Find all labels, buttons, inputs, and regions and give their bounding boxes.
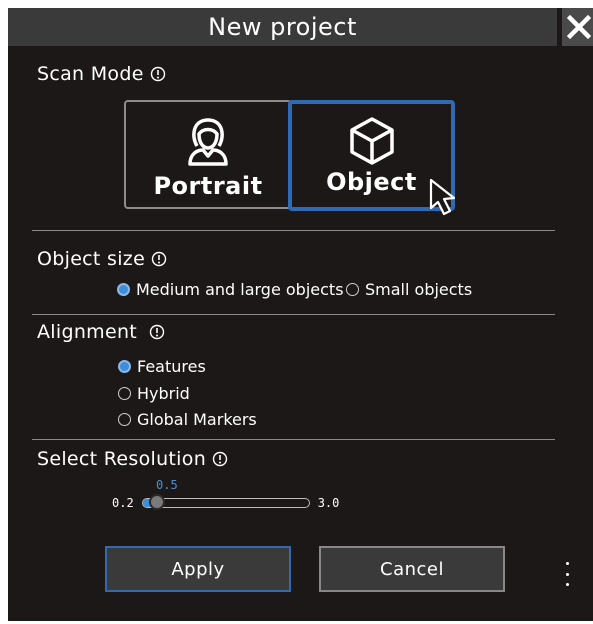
resolution-value: 0.5 — [156, 478, 178, 492]
portrait-label: Portrait — [153, 172, 263, 200]
info-icon[interactable] — [150, 66, 166, 82]
radio-unselected-icon — [118, 413, 131, 426]
alignment-label: Alignment — [37, 321, 165, 343]
radio-selected-icon — [118, 360, 131, 373]
radio-unselected-icon — [346, 283, 359, 296]
mouse-cursor-icon — [429, 178, 456, 216]
resolution-slider-row: 0.2 3.0 — [112, 494, 340, 510]
scan-mode-portrait[interactable]: Portrait — [124, 100, 292, 209]
person-icon — [188, 118, 228, 166]
radio-label: Global Markers — [137, 410, 257, 429]
cancel-button-label: Cancel — [380, 558, 444, 580]
slider-min-label: 0.2 — [112, 496, 134, 510]
title-bar: New project — [8, 8, 557, 46]
object-size-label: Object size — [37, 248, 167, 270]
apply-button-label: Apply — [171, 558, 225, 580]
slider-thumb[interactable] — [148, 494, 165, 510]
divider — [32, 439, 555, 440]
divider — [32, 230, 555, 231]
info-icon[interactable] — [149, 324, 165, 340]
object-size-medium-large-radio[interactable]: Medium and large objects — [117, 280, 344, 299]
radio-label: Small objects — [365, 280, 473, 299]
radio-label: Medium and large objects — [136, 280, 344, 299]
object-size-small-radio[interactable]: Small objects — [346, 280, 472, 299]
resolution-label: Select Resolution — [37, 448, 228, 470]
alignment-label-text: Alignment — [37, 321, 138, 343]
radio-label: Features — [137, 357, 206, 376]
close-icon — [567, 15, 591, 39]
cancel-button[interactable]: Cancel — [319, 546, 505, 592]
object-label: Object — [326, 168, 417, 196]
scan-mode-label-text: Scan Mode — [37, 63, 144, 85]
cube-icon — [349, 117, 394, 165]
more-vertical-icon[interactable] — [560, 562, 574, 586]
resolution-slider[interactable] — [141, 494, 310, 510]
new-project-dialog: New project Scan Mode Portrait Object Ob… — [8, 8, 593, 621]
close-button[interactable] — [562, 8, 593, 46]
radio-label: Hybrid — [137, 384, 190, 403]
resolution-label-text: Select Resolution — [37, 448, 207, 470]
info-icon[interactable] — [212, 451, 228, 467]
radio-selected-icon — [117, 283, 130, 296]
dialog-title: New project — [208, 13, 357, 41]
radio-unselected-icon — [118, 387, 131, 400]
slider-max-label: 3.0 — [317, 496, 340, 510]
scan-mode-label: Scan Mode — [37, 63, 166, 85]
apply-button[interactable]: Apply — [105, 546, 291, 592]
divider — [32, 314, 555, 315]
object-size-label-text: Object size — [37, 248, 146, 270]
alignment-features-radio[interactable]: Features — [118, 357, 206, 376]
alignment-hybrid-radio[interactable]: Hybrid — [118, 384, 190, 403]
alignment-global-markers-radio[interactable]: Global Markers — [118, 410, 257, 429]
info-icon[interactable] — [151, 251, 167, 267]
